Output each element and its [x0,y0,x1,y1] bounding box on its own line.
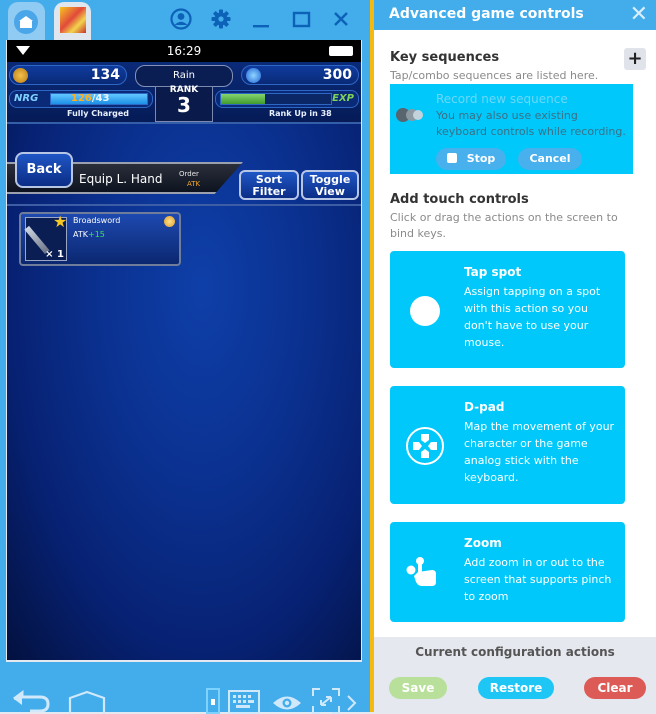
character-icon [164,216,175,227]
account-icon[interactable] [170,8,192,30]
config-footer: Current configuration actions Save Resto… [374,637,656,712]
weather-label: Rain [135,65,233,87]
config-title: Current configuration actions [415,645,615,659]
rarity-star-icon: ★ [53,212,68,231]
card-title: Zoom [464,536,502,550]
emulator-titlebar [0,0,370,40]
game-view[interactable]: 16:29 134 Rain 300 RANK 3 NRG 126/43 Ful… [7,40,361,660]
back-button[interactable]: Back [15,152,73,188]
card-description: Add zoom in or out to the screen that su… [464,556,612,603]
chevron-right-icon[interactable] [346,694,358,712]
stop-icon [446,153,457,163]
advanced-controls-panel: Advanced game controls ✕ Key sequences T… [374,0,656,712]
touch-controls-subtitle: Click or drag the actions on the screen … [390,211,618,240]
emulator-window: 16:29 134 Rain 300 RANK 3 NRG 126/43 Ful… [0,0,370,714]
home-nav-icon[interactable] [68,690,106,714]
cancel-button[interactable]: Cancel [518,148,582,170]
nrg-status: Fully Charged [67,109,130,118]
game-hud: 134 Rain 300 RANK 3 NRG 126/43 Fully Cha… [7,62,361,124]
gem-counter: 300 [241,65,359,85]
rank-value: 3 [177,93,191,117]
card-description: Map the movement of your character or th… [464,420,615,484]
maximize-icon[interactable] [290,8,312,30]
nrg-value: 126/43 [71,93,110,104]
nrg-label: NRG [14,93,39,104]
rank-up-text: Rank Up in 38 [269,109,332,118]
panel-header: Advanced game controls ✕ [374,0,656,30]
nrg-bar: 126/43 [50,93,148,105]
record-sequence-box: Record new sequence You may also use exi… [390,84,633,174]
zoom-card[interactable]: Zoom Add zoom in or out to the screen th… [390,522,625,622]
tap-spot-card[interactable]: Tap spot Assign tapping on a spot with t… [390,251,625,368]
close-icon[interactable] [330,8,352,30]
save-button[interactable]: Save [389,677,447,699]
card-title: Tap spot [464,265,522,279]
clear-button[interactable]: Clear [584,677,646,699]
close-icon[interactable]: ✕ [630,2,648,27]
order-value[interactable]: ATK [187,180,200,188]
item-stat: ATK+15 [73,230,105,239]
equip-title: Equip L. Hand [79,172,163,186]
back-icon[interactable] [12,690,52,712]
touch-controls-title: Add touch controls [390,192,529,207]
restore-button[interactable]: Restore [478,677,554,699]
item-quantity: × 1 [45,249,64,260]
emulator-screen: 16:29 134 Rain 300 RANK 3 NRG 126/43 Ful… [6,40,362,662]
exp-meter: EXP [215,90,359,108]
exp-bar [220,93,332,105]
add-sequence-button[interactable]: + [624,48,646,70]
record-title: Record new sequence [436,92,568,106]
gil-counter: 134 [9,65,127,85]
game-thumbnail-icon [60,7,86,33]
keyboard-icon[interactable] [228,690,260,714]
rank-display: RANK 3 [155,85,213,122]
minimize-icon[interactable] [250,8,272,30]
dpad-card[interactable]: D-pad Map the movement of your character… [390,386,625,504]
key-sequences-title: Key sequences [390,50,500,65]
pinch-zoom-icon [406,557,436,586]
record-description: You may also use existing keyboard contr… [436,109,626,138]
fullscreen-icon[interactable] [312,688,340,714]
gil-coin-icon [13,68,28,83]
battery-icon [329,46,353,56]
card-description: Assign tapping on a spot with this actio… [464,285,601,349]
toggle-view-button[interactable]: Toggle View [301,170,359,200]
emulator-navbar [0,662,370,714]
dpad-icon [406,427,444,465]
gil-value: 134 [90,67,120,83]
sort-filter-button[interactable]: Sort Filter [239,170,299,200]
item-name: Broadsword [73,216,121,225]
tab-game[interactable] [54,2,91,40]
record-toggle[interactable] [396,108,426,122]
gem-value: 300 [322,67,352,83]
stop-button[interactable]: Stop [436,148,506,170]
tap-spot-icon [410,296,440,326]
card-title: D-pad [464,400,505,414]
gear-icon[interactable] [210,8,232,30]
screen-icon[interactable] [206,688,220,714]
key-sequences-subtitle: Tap/combo sequences are listed here. [390,69,599,82]
exp-bar-fill [221,94,265,104]
equipment-item-card[interactable]: × 1 ★ Broadsword ATK+15 [19,212,181,266]
panel-title: Advanced game controls [389,6,584,22]
status-time: 16:29 [166,44,202,58]
nrg-meter: NRG 126/43 [9,90,153,108]
gem-icon [246,68,261,83]
tab-home[interactable] [8,2,45,40]
home-icon [14,10,38,34]
eye-icon[interactable] [272,694,302,712]
list-divider [7,204,361,206]
order-label[interactable]: Order [179,170,199,178]
android-status-bar: 16:29 [7,40,361,62]
exp-label: EXP [332,93,354,104]
